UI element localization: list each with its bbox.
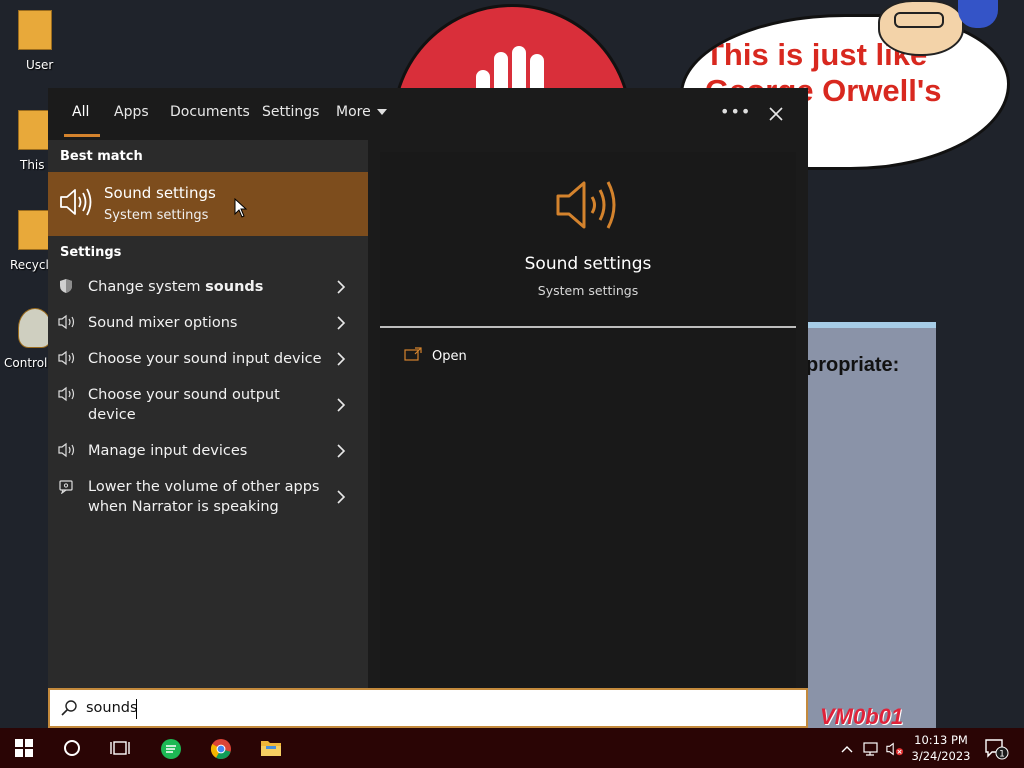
wallpaper-cartoon-face	[878, 0, 964, 56]
notification-count: 1	[999, 750, 1005, 760]
tab-more-label: More	[336, 104, 371, 120]
task-view-icon	[110, 741, 130, 755]
preview-subtitle: System settings	[537, 283, 639, 298]
settings-item-label: Lower the volume of other apps when Narr…	[88, 479, 320, 515]
search-icon	[61, 700, 77, 716]
network-icon[interactable]	[862, 740, 880, 758]
chevron-right-icon	[337, 398, 346, 412]
settings-item-manage-input-devices[interactable]: Manage input devices	[48, 432, 368, 468]
speaker-icon	[58, 442, 75, 458]
computer-icon	[18, 110, 52, 150]
open-action-label: Open	[432, 349, 467, 364]
results-list: Best match Sound settings System setting…	[48, 140, 368, 688]
result-preview-pane: Sound settings System settings Open	[380, 152, 796, 688]
chevron-right-icon	[337, 316, 346, 330]
start-search-panel: All Apps Documents Settings More ••• Bes…	[48, 88, 808, 728]
speaker-icon	[58, 386, 75, 402]
open-action[interactable]: Open	[400, 346, 600, 370]
clock-time: 10:13 PM	[914, 733, 968, 747]
search-taskbar-button[interactable]	[48, 728, 96, 768]
taskbar: 10:13 PM 3/24/2023 1	[0, 728, 1024, 768]
settings-item-sound-input-device[interactable]: Choose your sound input device	[48, 340, 368, 376]
settings-item-label: Choose your sound output device	[88, 387, 280, 423]
recycle-bin-icon	[18, 210, 52, 250]
speaker-icon	[58, 314, 75, 330]
clock-date: 3/24/2023	[911, 749, 971, 763]
chevron-down-icon	[376, 109, 387, 115]
shield-icon	[60, 279, 72, 293]
watermark: VM0b01	[820, 704, 904, 728]
chevron-right-icon	[337, 490, 346, 504]
settings-item-label: Choose your sound input device	[88, 351, 322, 367]
narrator-icon	[59, 480, 73, 494]
best-match-result[interactable]: Sound settings System settings	[48, 172, 368, 236]
mouse-cursor-icon	[234, 198, 248, 218]
tab-more[interactable]: More	[336, 104, 387, 120]
background-window	[806, 322, 936, 728]
task-view-button[interactable]	[96, 728, 144, 768]
tab-documents[interactable]: Documents	[170, 104, 250, 120]
chevron-right-icon	[337, 444, 346, 458]
notification-icon: 1	[985, 739, 1009, 760]
more-options-button[interactable]: •••	[720, 100, 752, 128]
desktop-icon-label: User	[26, 58, 54, 72]
folder-icon	[261, 741, 281, 756]
close-button[interactable]	[762, 100, 790, 128]
desktop-icon-user[interactable]: User	[0, 4, 56, 96]
chevron-right-icon	[337, 352, 346, 366]
best-match-subtitle: System settings	[104, 208, 209, 223]
start-button[interactable]	[0, 728, 48, 768]
settings-item-label: Manage input devices	[88, 443, 248, 459]
preview-divider	[380, 326, 796, 328]
active-tab-indicator	[64, 134, 100, 137]
tab-settings[interactable]: Settings	[262, 104, 319, 120]
settings-item-label: Sound mixer options	[88, 315, 238, 331]
taskbar-app-chrome[interactable]	[196, 728, 244, 768]
close-icon	[769, 107, 783, 121]
settings-item-sound-mixer-options[interactable]: Sound mixer options	[48, 304, 368, 340]
folder-icon	[18, 10, 52, 50]
lightbulb-icon	[18, 308, 52, 348]
preview-title: Sound settings	[524, 254, 652, 274]
best-match-title: Sound settings	[104, 184, 216, 202]
taskbar-app-chat[interactable]	[146, 728, 194, 768]
cortana-circle-icon	[64, 740, 80, 756]
search-tab-bar: All Apps Documents Settings More •••	[48, 88, 808, 140]
ellipsis-icon: •••	[720, 102, 752, 121]
taskbar-app-file-explorer[interactable]	[246, 728, 294, 768]
show-hidden-icons-chevron-icon[interactable]	[838, 740, 856, 758]
wallpaper-cartoon-hand	[958, 0, 998, 28]
search-input[interactable]	[86, 696, 786, 720]
settings-heading: Settings	[60, 245, 122, 260]
action-center-button[interactable]: 1	[984, 738, 1010, 764]
settings-item-narrator-volume[interactable]: Lower the volume of other apps when Narr…	[48, 468, 368, 524]
volume-muted-icon[interactable]	[886, 740, 904, 758]
best-match-heading: Best match	[60, 149, 143, 164]
settings-item-sound-output-device[interactable]: Choose your sound output device	[48, 376, 368, 432]
speaker-icon	[58, 350, 75, 366]
settings-item-label: Change system sounds	[88, 279, 264, 295]
text-caret	[136, 699, 137, 719]
chrome-icon	[210, 739, 231, 760]
windows-logo-icon	[15, 739, 33, 757]
tab-apps[interactable]: Apps	[114, 104, 149, 120]
speaker-icon	[60, 188, 92, 216]
chat-app-icon	[161, 739, 181, 759]
speaker-icon	[556, 181, 616, 229]
chevron-right-icon	[337, 280, 346, 294]
background-window-text: propriate:	[806, 354, 900, 376]
tab-all[interactable]: All	[72, 104, 89, 120]
settings-item-change-system-sounds[interactable]: Change system sounds	[48, 268, 368, 304]
taskbar-clock[interactable]: 10:13 PM 3/24/2023	[906, 732, 976, 764]
search-box	[48, 688, 808, 728]
open-window-icon	[404, 347, 422, 361]
